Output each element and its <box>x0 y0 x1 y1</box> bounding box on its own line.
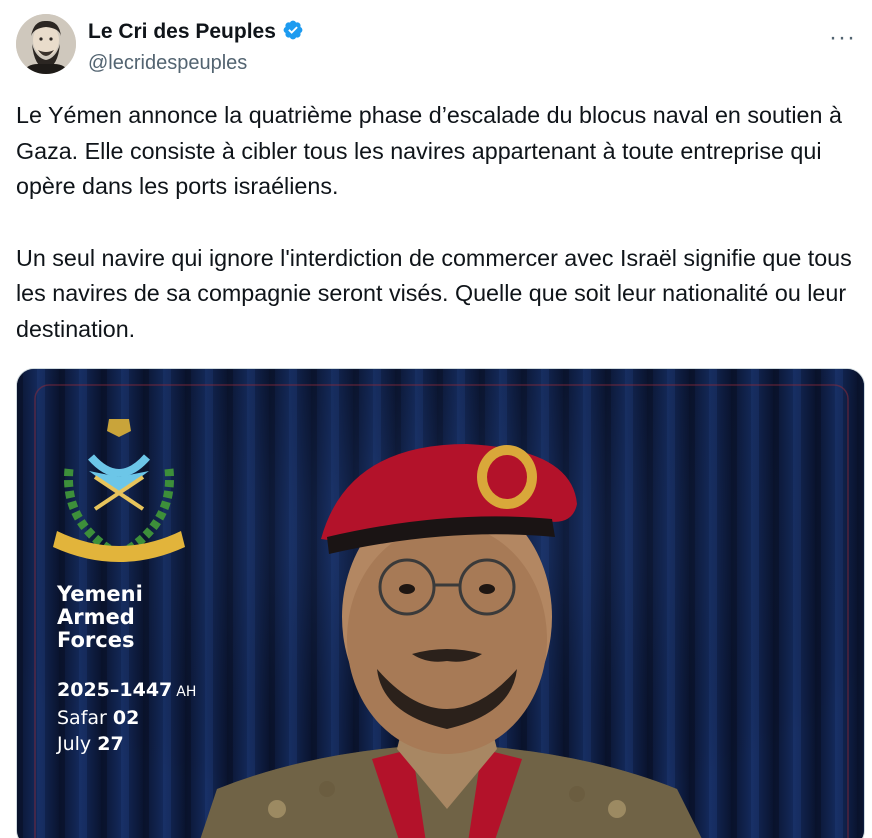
card-title: Yemeni Armed Forces <box>57 582 143 652</box>
tweet-paragraph: Un seul navire qui ignore l'interdiction… <box>16 244 852 342</box>
tweet-paragraph: Le Yémen annonce la quatrième phase d’es… <box>16 102 842 199</box>
avatar[interactable] <box>16 14 76 74</box>
tweet-media-image[interactable]: Yemeni Armed Forces 2025–1447 AH Safar 02… <box>16 368 865 838</box>
author-handle[interactable]: @lecridespeuples <box>88 52 304 75</box>
author-display-name[interactable]: Le Cri des Peuples <box>88 20 276 44</box>
tweet-text: Le Yémen annonce la quatrième phase d’es… <box>16 98 862 347</box>
more-options-icon[interactable]: ··· <box>829 26 856 50</box>
verified-badge-icon <box>282 19 304 46</box>
media-illustration <box>17 369 864 838</box>
tweet-author: Le Cri des Peuples @lecridespeuples <box>88 18 304 75</box>
card-date: 2025–1447 AH Safar 02 July 27 <box>57 679 197 755</box>
